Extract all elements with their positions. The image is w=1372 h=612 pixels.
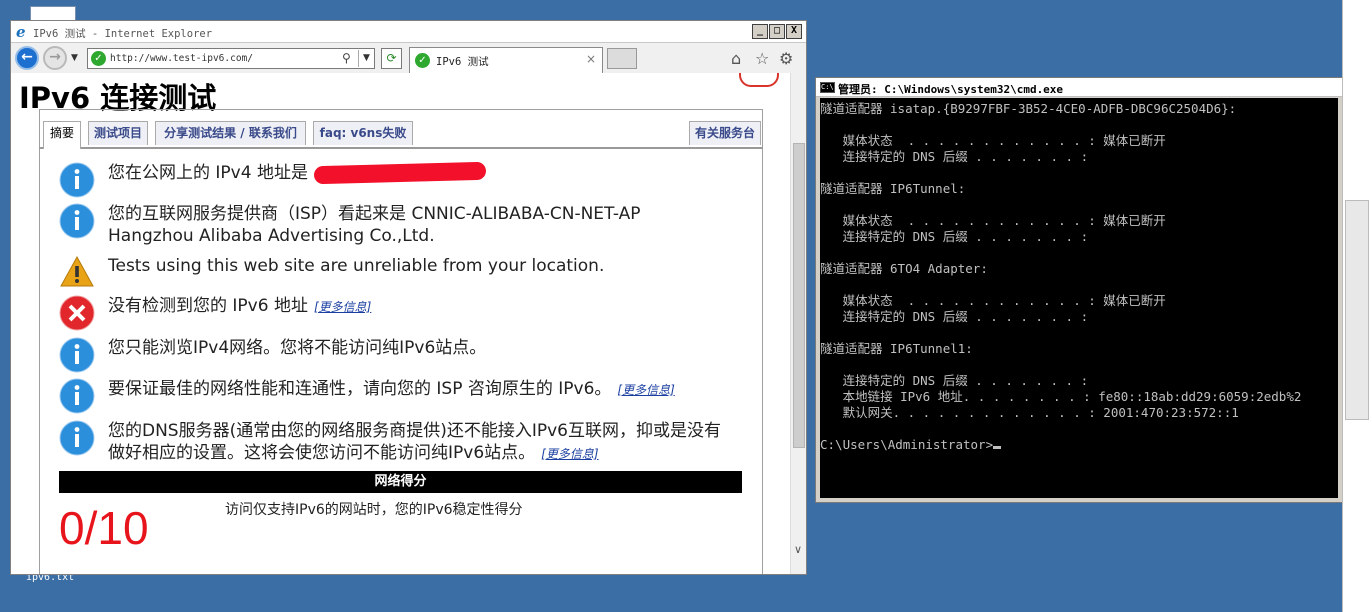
score-description: 访问仅支持IPv6的网站时，您的IPv6稳定性得分 [225, 502, 523, 518]
tab-check-icon: ✓ [415, 53, 430, 68]
ie-window-title: IPv6 测试 - Internet Explorer [33, 28, 213, 40]
message-isp: 您的互联网服务提供商（ISP）看起来是 CNNIC-ALIBABA-CN-NET… [59, 203, 759, 249]
message-text: 您在公网上的 IPv4 地址是 [108, 161, 487, 185]
cmd-icon: C:\ [820, 82, 835, 93]
cmd-window: C:\ 管理员: C:\Windows\system32\cmd.exe 隧道适… [815, 77, 1343, 503]
ie-navbar: ← → ▼ ✓ http://www.test-ipv6.com/ ⚲ ▼ ⟳ … [11, 43, 806, 73]
message-ipv4-only: 您只能浏览IPv4网络。您将不能访问纯IPv6站点。 [59, 337, 759, 373]
error-icon [59, 295, 95, 331]
page-tabs: 摘要 测试项目 分享测试结果 / 联系我们 faq: v6ns失败 有关服务台 [39, 119, 763, 149]
tab-faq[interactable]: faq: v6ns失败 [313, 121, 413, 145]
back-button[interactable]: ← [15, 46, 39, 70]
ie-window-controls: _ □ X [752, 24, 802, 39]
close-button[interactable]: X [786, 24, 802, 39]
forward-button[interactable]: → [43, 46, 67, 70]
message-dns: 您的DNS服务器(通常由您的网络服务商提供)还不能接入IPv6互联网，抑或是没有… [59, 420, 759, 466]
cmd-line: 隧道适配器 IP6Tunnel: [820, 181, 966, 196]
desktop-scrollbar[interactable] [1342, 0, 1372, 612]
page-viewport: IPv6 连接测试 摘要 测试项目 分享测试结果 / 联系我们 faq: v6n… [11, 73, 790, 574]
info-icon [59, 420, 95, 456]
address-bar[interactable]: ✓ http://www.test-ipv6.com/ ⚲ ▼ [87, 48, 375, 69]
tab-close-icon[interactable]: × [586, 52, 596, 66]
message-text: 要保证最佳的网络性能和连通性，请向您的 ISP 咨询原生的 IPv6。 [更多信息… [108, 379, 675, 399]
favorites-star-icon[interactable]: ☆ [755, 49, 769, 68]
message-text: 没有检测到您的 IPv6 地址 [更多信息] [108, 296, 372, 316]
tab-helpdesk[interactable]: 有关服务台 [689, 121, 761, 145]
settings-gear-icon[interactable]: ⚙ [779, 49, 793, 68]
minimize-button[interactable]: _ [752, 24, 768, 39]
warning-icon [60, 255, 94, 287]
info-icon [59, 378, 95, 414]
cmd-line: 媒体状态 . . . . . . . . . . . . : 媒体已断开 [820, 133, 1166, 148]
message-ipv4-address: 您在公网上的 IPv4 地址是 [59, 161, 759, 198]
secure-check-icon: ✓ [91, 51, 106, 66]
scrollbar-thumb[interactable] [793, 143, 805, 448]
cmd-window-title: 管理员: C:\Windows\system32\cmd.exe [838, 83, 1064, 96]
cmd-line: 本地链接 IPv6 地址. . . . . . . . : fe80::18ab… [820, 389, 1302, 404]
scroll-down-icon[interactable]: ∨ [794, 543, 802, 556]
text-cursor [993, 446, 1002, 449]
ie-window: e IPv6 测试 - Internet Explorer _ □ X ← → … [10, 20, 807, 575]
tab-summary[interactable]: 摘要 [43, 121, 81, 149]
info-icon [59, 203, 95, 239]
tab-label: IPv6 测试 [436, 56, 489, 68]
tab-share-contact[interactable]: 分享测试结果 / 联系我们 [155, 121, 306, 145]
more-info-link[interactable]: [更多信息] [617, 383, 674, 397]
cmd-titlebar[interactable]: C:\ 管理员: C:\Windows\system32\cmd.exe [816, 78, 1342, 97]
ie-titlebar[interactable]: e IPv6 测试 - Internet Explorer _ □ X [11, 21, 806, 43]
cmd-console[interactable]: 隧道适配器 isatap.{B9297FBF-3B52-4CE0-ADFB-DB… [820, 98, 1338, 498]
more-info-link[interactable]: [更多信息] [541, 447, 598, 461]
cmd-prompt[interactable]: C:\Users\Administrator> [820, 438, 1002, 452]
tab-tests[interactable]: 测试项目 [88, 121, 148, 145]
new-tab-button[interactable] [607, 48, 637, 69]
cmd-line: 默认网关. . . . . . . . . . . . . : 2001:470… [820, 405, 1239, 420]
info-icon [59, 162, 95, 198]
message-text: Tests using this web site are unreliable… [108, 256, 605, 276]
address-dropdown-icon[interactable]: ▼ [358, 50, 374, 67]
cmd-line: 连接特定的 DNS 后缀 . . . . . . . : [820, 229, 1089, 244]
tab-ipv6-test[interactable]: ✓ IPv6 测试 × [409, 47, 603, 73]
score-value: 0/10 [59, 502, 149, 554]
redacted-ip [313, 161, 487, 185]
desktop-scrollbar-thumb[interactable] [1345, 200, 1369, 420]
address-url[interactable]: http://www.test-ipv6.com/ [110, 53, 253, 64]
score-header: 网络得分 [59, 471, 742, 493]
search-icon[interactable]: ⚲ [342, 51, 351, 65]
message-text: 您的DNS服务器(通常由您的网络服务商提供)还不能接入IPv6互联网，抑或是没有… [108, 421, 722, 463]
more-info-link[interactable]: [更多信息] [314, 300, 371, 314]
message-text: 您的互联网服务提供商（ISP）看起来是 CNNIC-ALIBABA-CN-NET… [108, 204, 641, 246]
cmd-line: 媒体状态 . . . . . . . . . . . . : 媒体已断开 [820, 293, 1166, 308]
maximize-button[interactable]: □ [769, 24, 785, 39]
cmd-line: 连接特定的 DNS 后缀 . . . . . . . : [820, 373, 1089, 388]
info-icon [59, 337, 95, 373]
cmd-line: 媒体状态 . . . . . . . . . . . . : 媒体已断开 [820, 213, 1166, 228]
cmd-line: 连接特定的 DNS 后缀 . . . . . . . : [820, 309, 1089, 324]
logo-decoration [739, 73, 779, 87]
message-ask-isp: 要保证最佳的网络性能和连通性，请向您的 ISP 咨询原生的 IPv6。 [更多信息… [59, 378, 759, 414]
cmd-line: 连接特定的 DNS 后缀 . . . . . . . : [820, 149, 1089, 164]
message-text: 您只能浏览IPv4网络。您将不能访问纯IPv6站点。 [108, 338, 487, 358]
page-scrollbar[interactable]: ∨ [790, 73, 806, 574]
ie-logo-icon: e [16, 23, 26, 41]
cmd-line: 隧道适配器 isatap.{B9297FBF-3B52-4CE0-ADFB-DB… [820, 101, 1237, 116]
message-unreliable: Tests using this web site are unreliable… [59, 255, 759, 289]
refresh-button[interactable]: ⟳ [381, 48, 402, 69]
cmd-line: 隧道适配器 6TO4 Adapter: [820, 261, 988, 276]
history-dropdown-icon[interactable]: ▼ [71, 53, 78, 63]
home-icon[interactable]: ⌂ [731, 49, 741, 68]
message-no-ipv6: 没有检测到您的 IPv6 地址 [更多信息] [59, 295, 759, 331]
cmd-line: 隧道适配器 IP6Tunnel1: [820, 341, 973, 356]
